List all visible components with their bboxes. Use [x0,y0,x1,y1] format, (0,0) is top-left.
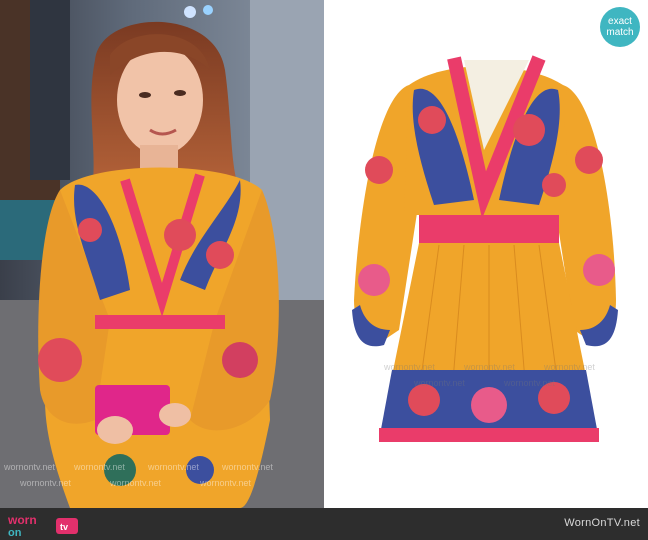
watermark-text: wornontv.net [110,478,161,488]
svg-text:tv: tv [60,522,68,532]
dress-illustration [352,55,618,442]
watermark-text: wornontv.net [544,362,595,372]
wornontv-logo[interactable]: worn on tv [6,512,86,538]
watermark-text: wornontv.net [74,462,125,472]
exact-match-badge: exact match [600,7,640,47]
svg-text:worn: worn [7,513,37,527]
watermark-text: wornontv.net [4,462,55,472]
watermark-text: wornontv.net [200,478,251,488]
tv-still-photo: wornontv.net wornontv.net wornontv.net w… [0,0,324,508]
badge-line-1: exact [608,16,632,27]
watermark-text: wornontv.net [464,362,515,372]
svg-text:on: on [8,527,22,538]
product-photo: wornontv.net wornontv.net wornontv.net w… [324,0,648,508]
watermark-text: wornontv.net [148,462,199,472]
tv-still-illustration [0,0,324,508]
watermark-text: wornontv.net [20,478,71,488]
watermark-text: wornontv.net [384,362,435,372]
footer-site-name[interactable]: WornOnTV.net [564,517,640,529]
watermark-text: wornontv.net [414,378,465,388]
footer-bar: worn on tv WornOnTV.net [0,508,648,540]
badge-line-2: match [606,27,634,38]
watermark-text: wornontv.net [222,462,273,472]
watermark-text: wornontv.net [504,378,555,388]
